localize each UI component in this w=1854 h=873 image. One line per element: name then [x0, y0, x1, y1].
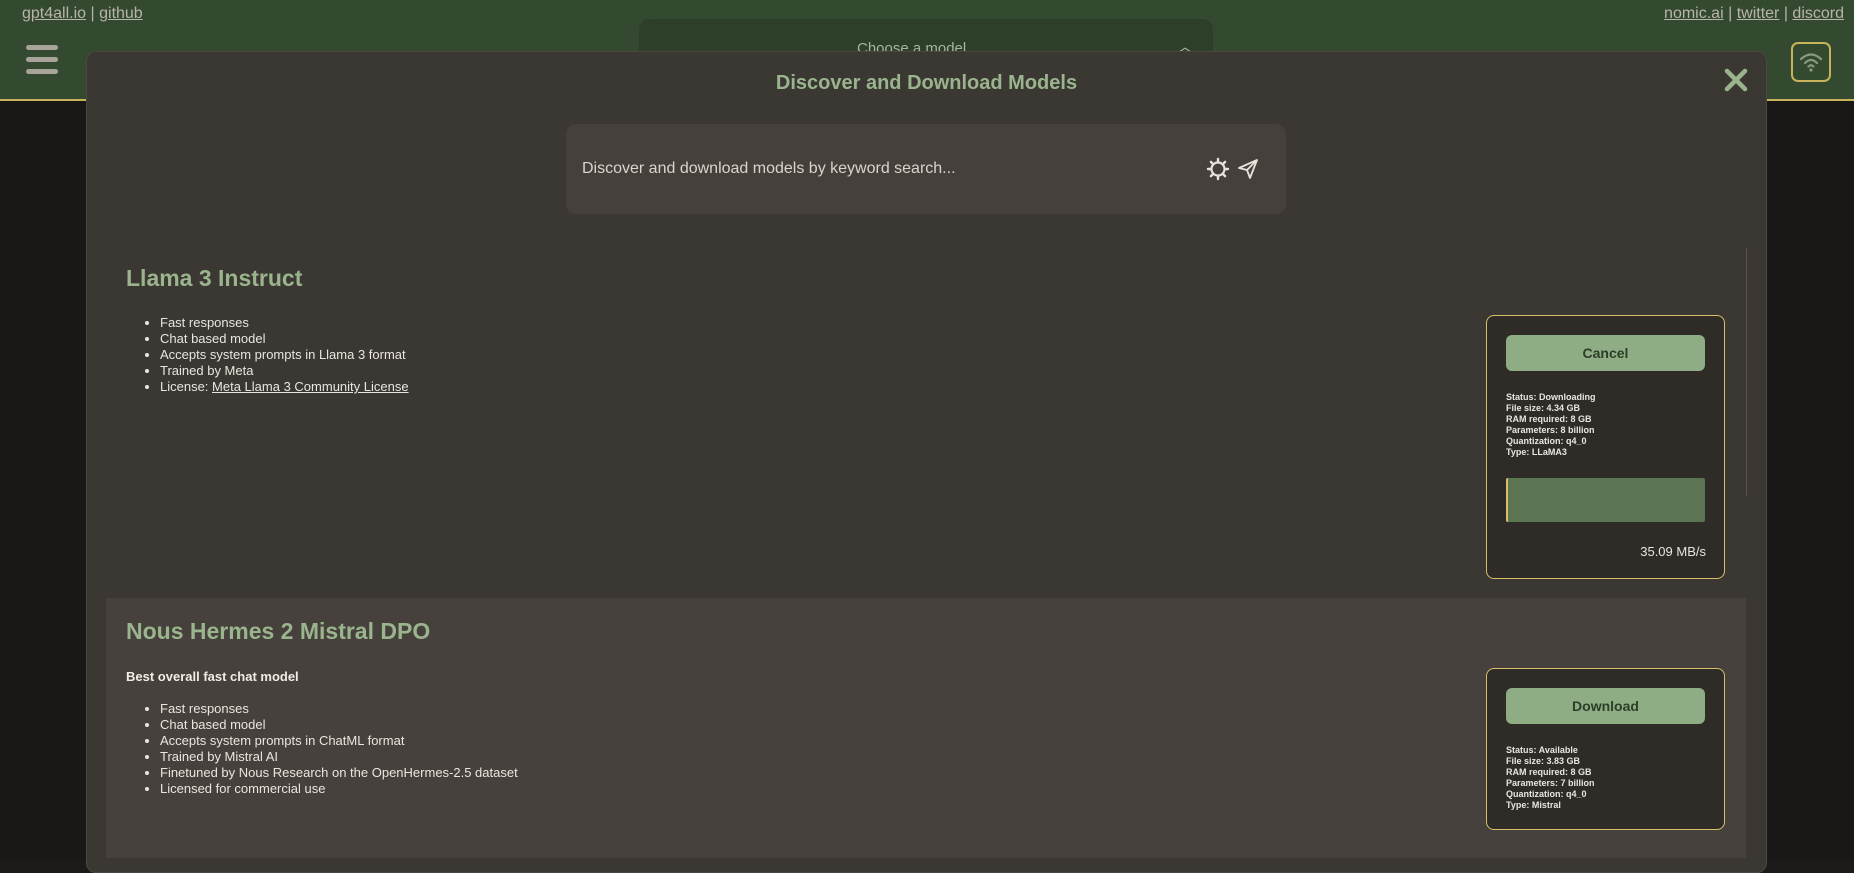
top-right-links: nomic.ai | twitter | discord — [1664, 5, 1844, 23]
nomic-link[interactable]: nomic.ai — [1664, 5, 1724, 22]
feature-item: Accepts system prompts in ChatML format — [160, 733, 518, 749]
feature-item: Chat based model — [160, 717, 518, 733]
model-action-panel: Download Status: Available File size: 3.… — [1486, 668, 1725, 830]
type-text: Type: LLaMA3 — [1506, 447, 1567, 457]
network-button[interactable] — [1791, 42, 1831, 82]
quantization-text: Quantization: q4_0 — [1506, 789, 1587, 799]
send-icon — [1238, 159, 1258, 179]
download-speed: 35.09 MB/s — [1640, 544, 1706, 559]
license-link[interactable]: Meta Llama 3 Community License — [212, 379, 409, 394]
search-input[interactable] — [580, 148, 1184, 190]
model-card: Llama 3 Instruct Fast responses Chat bas… — [106, 245, 1746, 598]
close-button[interactable] — [1722, 66, 1750, 94]
model-name: Nous Hermes 2 Mistral DPO — [126, 618, 431, 644]
download-button[interactable]: Download — [1506, 688, 1705, 724]
model-card: Nous Hermes 2 Mistral DPO Best overall f… — [106, 598, 1746, 858]
cancel-button[interactable]: Cancel — [1506, 335, 1705, 371]
discord-link[interactable]: discord — [1792, 5, 1844, 22]
type-text: Type: Mistral — [1506, 800, 1561, 810]
model-name: Llama 3 Instruct — [126, 265, 303, 291]
model-info: Status: Downloading File size: 4.34 GB R… — [1506, 392, 1596, 458]
feature-item: Finetuned by Nous Research on the OpenHe… — [160, 765, 518, 781]
feature-item: Trained by Meta — [160, 363, 409, 379]
hamburger-icon[interactable] — [26, 45, 58, 75]
ram-text: RAM required: 8 GB — [1506, 767, 1592, 777]
license-item: License: Meta Llama 3 Community License — [160, 379, 409, 395]
model-info: Status: Available File size: 3.83 GB RAM… — [1506, 745, 1595, 811]
feature-list: Fast responses Chat based model Accepts … — [126, 701, 518, 797]
license-label: License: — [160, 379, 213, 394]
download-progress-bar — [1506, 478, 1705, 522]
top-left-links: gpt4all.io | github — [22, 5, 143, 23]
feature-item: Fast responses — [160, 315, 409, 331]
gpt4all-link[interactable]: gpt4all.io — [22, 5, 86, 22]
ram-text: RAM required: 8 GB — [1506, 414, 1592, 424]
github-link[interactable]: github — [99, 5, 143, 22]
feature-list: Fast responses Chat based model Accepts … — [126, 315, 409, 395]
link-separator: | — [1783, 5, 1788, 22]
close-icon — [1724, 68, 1748, 92]
dialog-title: Discover and Download Models — [775, 72, 1078, 94]
feature-item: Trained by Mistral AI — [160, 749, 518, 765]
model-tagline: Best overall fast chat model — [126, 669, 299, 684]
file-size-text: File size: 4.34 GB — [1506, 403, 1581, 413]
link-separator: | — [1728, 5, 1733, 22]
parameters-text: Parameters: 8 billion — [1506, 425, 1595, 435]
discover-models-dialog: Discover and Download Models Discover an… — [86, 51, 1767, 873]
feature-item: Licensed for commercial use — [160, 781, 518, 797]
status-text: Status: Available — [1506, 745, 1578, 755]
feature-item: Accepts system prompts in Llama 3 format — [160, 347, 409, 363]
gear-icon — [1206, 157, 1230, 181]
feature-item: Chat based model — [160, 331, 409, 347]
search-send-button[interactable] — [1236, 157, 1260, 181]
feature-item: Fast responses — [160, 701, 518, 717]
file-size-text: File size: 3.83 GB — [1506, 756, 1581, 766]
search-box — [566, 124, 1286, 214]
quantization-text: Quantization: q4_0 — [1506, 436, 1587, 446]
parameters-text: Parameters: 7 billion — [1506, 778, 1595, 788]
download-progress-fill — [1506, 478, 1508, 522]
background-right — [1768, 101, 1854, 859]
search-settings-button[interactable] — [1206, 157, 1230, 181]
status-text: Status: Downloading — [1506, 392, 1596, 402]
background-left — [0, 101, 86, 859]
link-separator: | — [90, 5, 95, 22]
twitter-link[interactable]: twitter — [1737, 5, 1780, 22]
wifi-icon — [1799, 53, 1823, 72]
model-action-panel: Cancel Status: Downloading File size: 4.… — [1486, 315, 1725, 579]
